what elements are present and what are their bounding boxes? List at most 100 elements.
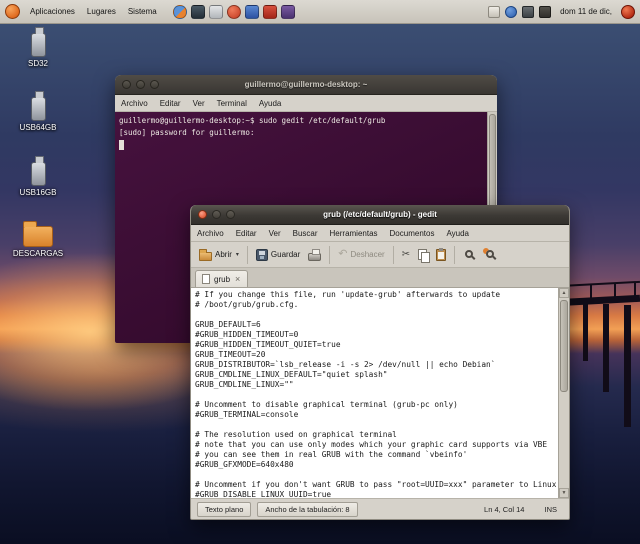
code-line: GRUB_CMDLINE_LINUX="" xyxy=(195,380,294,389)
desktop-icon-label: USB16GB xyxy=(19,188,57,197)
launcher-icon-3[interactable] xyxy=(208,4,223,19)
desktop-icon-label: SD32 xyxy=(27,59,48,68)
doc-type-combo[interactable]: Texto plano xyxy=(197,502,252,517)
launcher-icon-6[interactable] xyxy=(262,4,277,19)
open-button-label: Abrir xyxy=(215,250,232,259)
document-icon xyxy=(202,274,210,284)
gedit-menu-item[interactable]: Buscar xyxy=(287,226,324,241)
launcher-icon-5[interactable] xyxy=(244,4,259,19)
toolbar-separator xyxy=(329,245,331,264)
terminal-title: guillermo@guillermo-desktop: ~ xyxy=(244,80,368,89)
gedit-titlebar[interactable]: grub (/etc/default/grub) - gedit xyxy=(191,205,569,225)
gedit-toolbar: Abrir ▾ Guardar ↶ Deshacer ✂ xyxy=(191,242,569,268)
launcher-icon-2[interactable] xyxy=(190,4,205,19)
gedit-menu-item[interactable]: Documentos xyxy=(384,226,441,241)
tray-icon-1[interactable] xyxy=(488,5,501,18)
panel-clock[interactable]: dom 11 de dic, xyxy=(560,7,612,16)
usb-drive-icon xyxy=(30,156,46,186)
open-button[interactable]: Abrir ▾ xyxy=(195,247,243,263)
undo-icon: ↶ xyxy=(338,248,348,260)
gedit-statusbar: Texto plano Ancho de la tabulación: 8 Ln… xyxy=(191,498,569,519)
code-line: # Uncomment to disable graphical termina… xyxy=(195,400,458,409)
gedit-menu-item[interactable]: Ayuda xyxy=(440,226,475,241)
search-replace-button[interactable] xyxy=(480,246,501,264)
launcher-icon-1[interactable] xyxy=(172,4,187,19)
gedit-title: grub (/etc/default/grub) - gedit xyxy=(323,210,437,219)
terminal-menubar: Archivo Editar Ver Terminal Ayuda xyxy=(115,95,497,112)
chevron-down-icon[interactable]: ▾ xyxy=(236,251,239,258)
terminal-cursor xyxy=(119,140,124,150)
pier-post xyxy=(603,304,609,392)
search-replace-icon xyxy=(486,249,495,258)
search-icon xyxy=(465,249,474,258)
desktop-icon-label: USB64GB xyxy=(19,123,57,132)
folder-icon xyxy=(23,221,53,247)
sd-card-icon xyxy=(30,27,46,57)
terminal-menu-item[interactable]: Editar xyxy=(154,96,187,111)
code-line: # you can see them in real GRUB with the… xyxy=(195,450,468,459)
ubuntu-logo-icon[interactable] xyxy=(5,4,20,19)
paste-button[interactable] xyxy=(432,247,450,263)
code-line: # note that you can use only modes which… xyxy=(195,440,548,449)
code-line: # /boot/grub/grub.cfg. xyxy=(195,300,299,309)
tab-width-combo[interactable]: Ancho de la tabulación: 8 xyxy=(257,502,358,517)
launcher-icon-4[interactable] xyxy=(226,4,241,19)
editor-text[interactable]: # If you change this file, run 'update-g… xyxy=(191,288,558,498)
terminal-titlebar[interactable]: guillermo@guillermo-desktop: ~ xyxy=(115,75,497,95)
terminal-line: guillermo@guillermo-desktop:~$ sudo gedi… xyxy=(119,116,386,125)
launcher-icon-7[interactable] xyxy=(280,4,295,19)
panel-menu-item[interactable]: Aplicaciones xyxy=(24,3,81,20)
panel-menu-item[interactable]: Sistema xyxy=(122,3,163,20)
desktop-icon-usb16gb[interactable]: USB16GB xyxy=(5,155,71,197)
session-power-icon[interactable] xyxy=(621,4,635,19)
bluetooth-icon[interactable] xyxy=(505,5,518,18)
code-line: GRUB_CMDLINE_LINUX_DEFAULT="quiet splash… xyxy=(195,370,388,379)
code-line: #GRUB_DISABLE_LINUX_UUID=true xyxy=(195,490,332,498)
editor-scrollbar[interactable]: ▲ ▼ xyxy=(558,288,569,498)
desktop-icon-sd32[interactable]: SD32 xyxy=(5,26,71,68)
scissors-icon: ✂ xyxy=(401,248,411,260)
insert-mode-indicator: INS xyxy=(544,505,557,514)
save-icon xyxy=(255,248,268,261)
toolbar-separator xyxy=(246,245,248,264)
panel-launchers xyxy=(172,4,295,19)
pier-rail xyxy=(558,280,640,288)
code-line: GRUB_TIMEOUT=20 xyxy=(195,350,266,359)
tab-close-icon[interactable]: × xyxy=(234,274,241,284)
gedit-menu-item[interactable]: Herramientas xyxy=(324,226,384,241)
tab-grub[interactable]: grub × xyxy=(195,270,249,287)
terminal-menu-item[interactable]: Archivo xyxy=(115,96,154,111)
gedit-menu-item[interactable]: Editar xyxy=(230,226,263,241)
search-button[interactable] xyxy=(459,246,480,264)
undo-button[interactable]: ↶ Deshacer xyxy=(334,247,388,262)
terminal-menu-item[interactable]: Ayuda xyxy=(253,96,288,111)
undo-button-label: Deshacer xyxy=(350,250,385,259)
scroll-down-icon[interactable]: ▼ xyxy=(559,488,569,498)
print-button[interactable] xyxy=(304,246,325,263)
network-icon[interactable] xyxy=(522,5,535,18)
scroll-up-icon[interactable]: ▲ xyxy=(559,288,569,298)
gedit-menu-item[interactable]: Archivo xyxy=(191,226,230,241)
copy-button[interactable] xyxy=(414,247,432,263)
editor-scrollbar-thumb[interactable] xyxy=(560,300,568,393)
cut-button[interactable]: ✂ xyxy=(398,248,414,262)
terminal-menu-item[interactable]: Terminal xyxy=(211,96,253,111)
desktop-icon-usb64gb[interactable]: USB64GB xyxy=(5,90,71,132)
desktop-icon-descargas[interactable]: DESCARGAS xyxy=(5,216,71,258)
save-button[interactable]: Guardar xyxy=(252,247,304,263)
printer-icon xyxy=(308,249,322,261)
system-tray xyxy=(488,5,552,18)
toolbar-separator xyxy=(392,245,394,264)
volume-icon[interactable] xyxy=(539,5,552,18)
panel-menu-item[interactable]: Lugares xyxy=(81,3,122,20)
terminal-menu-item[interactable]: Ver xyxy=(187,96,211,111)
gedit-menubar: Archivo Editar Ver Buscar Herramientas Docume… xyxy=(191,225,569,242)
gedit-tabbar: grub × xyxy=(191,268,569,288)
code-line: #GRUB_GFXMODE=640x480 xyxy=(195,460,294,469)
code-line: #GRUB_HIDDEN_TIMEOUT_QUIET=true xyxy=(195,340,341,349)
gedit-menu-item[interactable]: Ver xyxy=(263,226,287,241)
